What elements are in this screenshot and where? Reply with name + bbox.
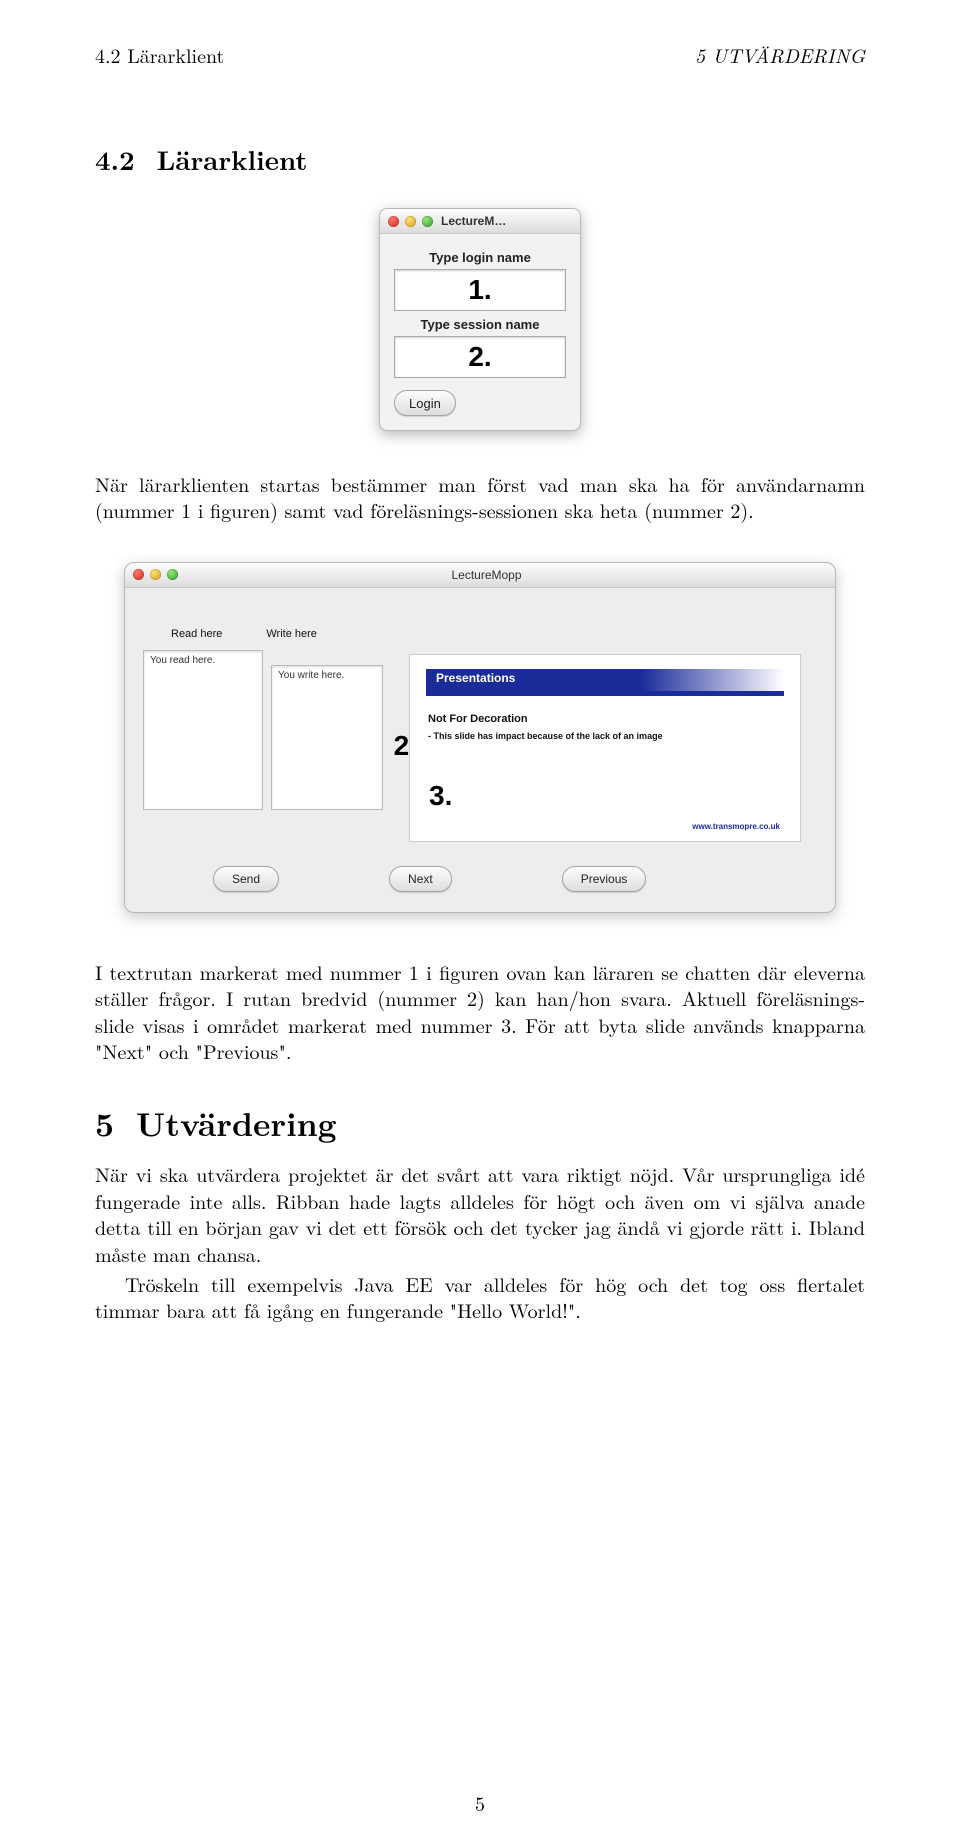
section-title: Utvärdering [136,1099,337,1146]
write-column: You write here. 2. [271,650,383,810]
paragraph-4: Tröskeln till exempelvis Java EE var all… [95,1271,865,1324]
lecturemopp-body: Read here Write here You read here. 1. Y… [125,588,835,912]
minimize-icon[interactable] [405,216,416,227]
read-column: You read here. 1. [143,650,263,810]
window-controls [388,216,433,227]
session-name-input[interactable]: 2. [394,336,566,378]
page-number: 5 [0,1788,960,1817]
close-icon[interactable] [133,569,144,580]
lecturemopp-window: LectureMopp Read here Write here You rea… [124,562,836,913]
write-here-label: Write here [266,628,317,640]
window-title: LectureM… [441,214,506,228]
slide-header-text: Presentations [436,671,515,685]
paragraph-1: När lärarklienten startas bestämmer man … [95,471,865,524]
login-button[interactable]: Login [394,390,456,416]
button-row: Send Next Previous [213,866,817,892]
write-textarea[interactable]: You write here. [271,665,383,810]
login-window: LectureM… Type login name 1. Type sessio… [379,208,581,431]
running-header: 4.2 Lärarklient 5 UTVÄRDERING [95,40,865,69]
send-button[interactable]: Send [213,866,279,892]
runhead-left: 4.2 Lärarklient [95,40,224,69]
next-button[interactable]: Next [389,866,452,892]
slide-header-bar: Presentations [426,669,784,691]
read-textarea[interactable]: You read here. [143,650,263,810]
titlebar: LectureM… [380,209,580,234]
paragraph-3: När vi ska utvärdera projektet är det sv… [95,1161,865,1267]
slide-subtitle: - This slide has impact because of the l… [428,731,782,741]
login-name-label: Type login name [394,250,566,265]
slide-title: Not For Decoration [428,713,782,725]
read-here-label: Read here [171,628,222,640]
annotation-3: 3. [429,780,452,812]
figure-lecturemopp-window: LectureMopp Read here Write here You rea… [95,562,865,913]
zoom-icon[interactable] [422,216,433,227]
section-heading: 5 Utvärdering [95,1099,865,1146]
runhead-right: 5 UTVÄRDERING [695,40,865,69]
login-body: Type login name 1. Type session name 2. … [380,234,580,430]
paragraph-2: I textrutan markerat med nummer 1 i figu… [95,959,865,1065]
titlebar: LectureMopp [125,563,835,588]
column-labels: Read here Write here [171,628,817,640]
presentation-slide: Presentations Not For Decoration - This … [409,654,801,842]
close-icon[interactable] [388,216,399,227]
previous-button[interactable]: Previous [562,866,647,892]
subsection-title: Lärarklient [157,139,308,178]
subsection-number: 4.2 [95,139,135,178]
figure-login-window: LectureM… Type login name 1. Type sessio… [95,208,865,431]
section-number: 5 [95,1099,114,1146]
subsection-heading: 4.2 Lärarklient [95,139,865,178]
window-title: LectureMopp [146,568,827,582]
login-name-input[interactable]: 1. [394,269,566,311]
slide-area: Presentations Not For Decoration - This … [409,650,817,842]
slide-header-line [426,691,784,696]
session-name-label: Type session name [394,317,566,332]
slide-footer: www.transmopre.co.uk [692,822,780,831]
